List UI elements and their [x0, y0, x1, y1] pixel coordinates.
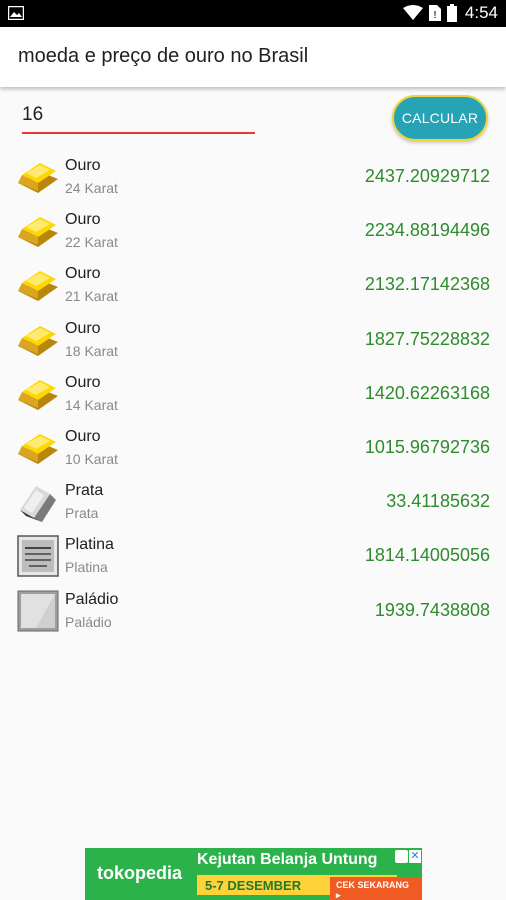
item-name: Paládio: [65, 590, 119, 608]
gold-bar-icon: [18, 325, 58, 356]
item-name: Ouro: [65, 211, 101, 229]
gallery-notification-icon: [8, 6, 24, 20]
wifi-icon: [402, 5, 423, 20]
item-price: 2234.88194496: [364, 220, 490, 241]
item-name: Prata: [65, 482, 104, 500]
item-subtitle: 10 Karat: [65, 450, 118, 467]
item-subtitle: Prata: [65, 505, 99, 522]
item-subtitle: 24 Karat: [65, 180, 118, 196]
list-item[interactable]: Ouro 22 Karat 2234.88194496: [0, 204, 506, 258]
ad-headline: Kejutan Belanja Untung: [197, 851, 378, 868]
amount-input[interactable]: [22, 100, 255, 126]
battery-icon: [446, 4, 457, 22]
list-item[interactable]: Ouro 10 Karat 1015.96792736: [0, 421, 506, 475]
no-sim-icon: !: [428, 5, 441, 21]
list-item[interactable]: Ouro 21 Karat 2132.17142368: [0, 258, 506, 312]
item-price: 1827.75228832: [364, 328, 490, 349]
amount-field-container: [22, 100, 255, 134]
item-subtitle: 21 Karat: [65, 288, 118, 305]
ad-brand: tokopedia: [97, 863, 183, 883]
item-subtitle: 14 Karat: [65, 396, 118, 413]
item-price: 1814.14005056: [364, 545, 490, 566]
palladium-bar-icon: [17, 590, 59, 631]
item-price: 33.41185632: [386, 491, 490, 512]
item-price: 1420.62263168: [364, 382, 490, 403]
ad-cta-button[interactable]: CEK SEKARANG ▸: [330, 877, 422, 900]
gold-bar-icon: [18, 163, 58, 193]
item-subtitle: 22 Karat: [65, 234, 118, 251]
item-subtitle: Platina: [65, 559, 108, 576]
item-price: 2437.20929712: [364, 166, 490, 186]
item-name: Platina: [65, 536, 114, 554]
list-item[interactable]: Ouro 24 Karat 2437.20929712: [0, 150, 506, 204]
item-price: 1015.96792736: [364, 436, 490, 457]
item-subtitle: 18 Karat: [65, 342, 118, 359]
item-name: Ouro: [65, 319, 101, 337]
list-item[interactable]: Paládio Paládio 1939.7438808: [0, 584, 506, 638]
page-title: moeda e preço de ouro no Brasil: [18, 45, 309, 67]
ad-banner[interactable]: tokopedia Kejutan Belanja Untung 5-7 DES…: [85, 848, 422, 900]
item-subtitle: Paládio: [65, 613, 112, 630]
item-name: Ouro: [65, 373, 101, 391]
item-name: Ouro: [65, 427, 101, 445]
gold-bar-icon: [18, 433, 58, 464]
status-bar: ! 4:54: [0, 0, 506, 27]
adchoices-icon[interactable]: [395, 850, 408, 863]
item-name: Ouro: [65, 265, 101, 283]
item-name: Ouro: [65, 157, 101, 174]
list-item[interactable]: Ouro 18 Karat 1827.75228832: [0, 313, 506, 367]
app-bar: moeda e preço de ouro no Brasil: [0, 27, 506, 87]
metal-price-list: Ouro 24 Karat 2437.20929712 Ouro 22 Kara…: [0, 150, 506, 638]
list-item[interactable]: Prata Prata 33.41185632: [0, 475, 506, 529]
gold-bar-icon: [18, 379, 58, 410]
item-price: 2132.17142368: [364, 274, 490, 295]
gold-bar-icon: [18, 217, 58, 248]
calculate-button[interactable]: CALCULAR: [392, 95, 488, 141]
list-item[interactable]: Platina Platina 1814.14005056: [0, 529, 506, 583]
platinum-bar-icon: [17, 535, 59, 578]
silver-bar-icon: [20, 486, 56, 523]
status-time: 4:54: [464, 3, 498, 22]
list-item[interactable]: Ouro 14 Karat 1420.62263168: [0, 367, 506, 421]
gold-bar-icon: [18, 271, 58, 302]
svg-text:!: !: [433, 10, 437, 21]
item-price: 1939.7438808: [374, 599, 490, 620]
ad-close-icon[interactable]: ✕: [409, 850, 421, 863]
